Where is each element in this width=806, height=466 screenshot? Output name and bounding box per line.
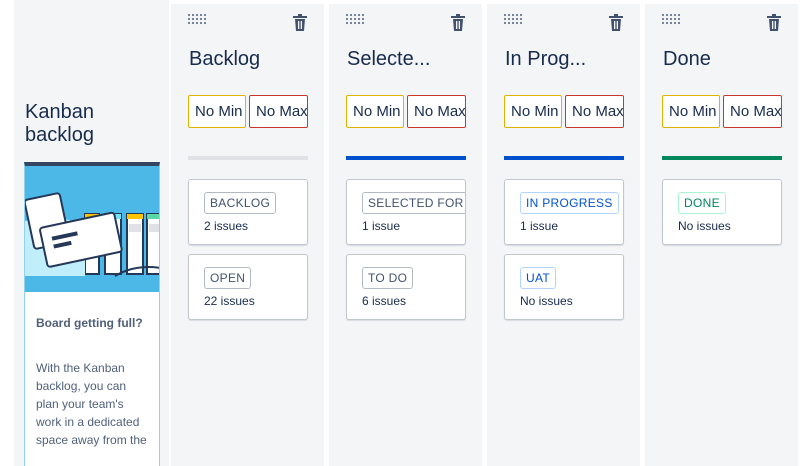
status-card[interactable]: SELECTED FOR D 1 issue [346,179,466,245]
drag-handle-icon[interactable] [661,13,683,25]
status-lozenge: BACKLOG [204,192,277,214]
issue-count: 6 issues [362,294,407,308]
trash-icon[interactable] [451,14,465,31]
column-title[interactable]: In Prog... [505,48,630,71]
column-in-progress: In Prog... No Min No Max IN PROGRESS 1 i… [487,4,640,466]
column-backlog: Backlog No Min No Max BACKLOG 2 issues O… [171,4,324,466]
issue-count: 22 issues [204,294,255,308]
max-limit-field[interactable]: No Max [249,95,308,128]
status-card[interactable]: IN PROGRESS 1 issue [504,179,624,245]
promo-heading: Board getting full? [36,316,143,330]
drag-handle-icon[interactable] [187,13,209,25]
kanban-backlog-panel: Kanban backlog Board getting full? With … [14,0,169,466]
status-lozenge: UAT [520,267,557,289]
status-card[interactable]: UAT No issues [504,254,624,320]
trash-icon[interactable] [293,14,307,31]
column-status-bar [188,156,308,160]
kanban-illustration [25,166,159,292]
issue-count: No issues [520,294,573,308]
status-card[interactable]: DONE No issues [662,179,782,245]
column-status-bar [662,156,782,160]
column-done: Done No Min No Max DONE No issues [645,4,798,466]
status-lozenge: DONE [678,192,726,214]
max-limit-field[interactable]: No Max [407,95,466,128]
max-limit-field[interactable]: No Max [565,95,624,128]
trash-icon[interactable] [609,14,623,31]
issue-count: No issues [678,219,731,233]
issue-count: 1 issue [362,219,401,233]
status-card[interactable]: TO DO 6 issues [346,254,466,320]
status-card[interactable]: OPEN 22 issues [188,254,308,320]
column-status-bar [504,156,624,160]
min-limit-field[interactable]: No Min [504,95,562,128]
column-title[interactable]: Selecte... [347,48,472,71]
max-limit-field[interactable]: No Max [723,95,782,128]
column-status-bar [346,156,466,160]
trash-icon[interactable] [767,14,781,31]
promo-body-text: With the Kanban backlog, you can plan yo… [36,361,147,447]
column-selected-for-development: Selecte... No Min No Max SELECTED FOR D … [329,4,482,466]
kanban-backlog-title: Kanban backlog [25,101,94,146]
status-lozenge: IN PROGRESS [520,192,619,214]
column-title[interactable]: Backlog [189,48,314,71]
status-lozenge: TO DO [362,267,414,289]
min-limit-field[interactable]: No Min [662,95,720,128]
issue-count: 2 issues [204,219,249,233]
issue-count: 1 issue [520,219,559,233]
status-lozenge: SELECTED FOR D [362,192,465,214]
kanban-backlog-promo-card: Board getting full? With the Kanban back… [24,162,160,466]
min-limit-field[interactable]: No Min [188,95,246,128]
drag-handle-icon[interactable] [345,13,367,25]
status-card[interactable]: BACKLOG 2 issues [188,179,308,245]
min-limit-field[interactable]: No Min [346,95,404,128]
status-lozenge: OPEN [204,267,252,289]
column-title[interactable]: Done [663,48,788,71]
drag-handle-icon[interactable] [503,13,525,25]
